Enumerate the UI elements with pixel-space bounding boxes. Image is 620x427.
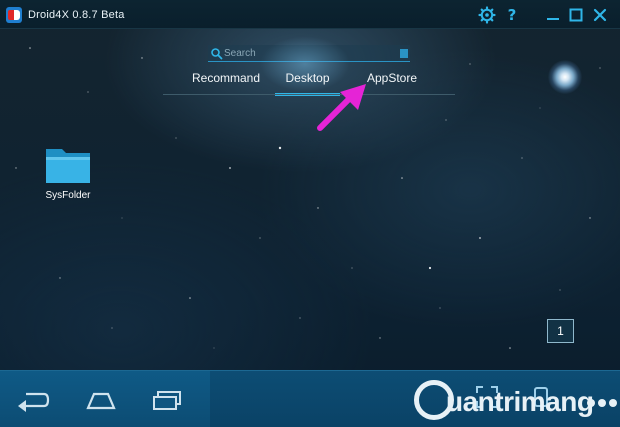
svg-text:?: ? <box>508 6 517 24</box>
help-icon[interactable]: ? <box>502 5 522 25</box>
folder-label: SysFolder <box>45 190 91 201</box>
maximize-icon[interactable] <box>566 5 586 25</box>
window-title: Droid4X 0.8.7 Beta <box>28 9 125 21</box>
app-logo <box>6 7 22 23</box>
watermark: uantrimang <box>410 378 620 426</box>
title-bar: Droid4X 0.8.7 Beta ? <box>0 0 620 29</box>
watermark-text: uantrimang <box>446 386 594 417</box>
tab-recommand[interactable]: Recommand <box>190 70 262 94</box>
back-icon[interactable] <box>16 388 50 412</box>
search-icon <box>211 48 223 60</box>
folder-icon <box>46 149 90 183</box>
close-icon[interactable] <box>590 5 610 25</box>
search-clear-button[interactable] <box>400 49 408 58</box>
galaxy-widget[interactable] <box>548 60 582 94</box>
recent-apps-icon[interactable] <box>150 388 184 412</box>
tab-label: Recommand <box>191 71 261 85</box>
more-icon[interactable] <box>586 396 618 410</box>
desktop-folder-sysfolder[interactable]: SysFolder <box>40 143 96 213</box>
home-icon[interactable] <box>84 388 118 412</box>
arrow-annotation-icon <box>317 84 366 131</box>
tabs-divider <box>163 94 455 95</box>
page-indicator[interactable]: 1 <box>547 319 574 343</box>
gear-icon[interactable] <box>477 5 497 25</box>
system-buttons <box>0 371 210 427</box>
tab-appstore[interactable]: AppStore <box>364 70 420 94</box>
tab-label: AppStore <box>366 71 418 85</box>
minimize-icon[interactable] <box>543 5 563 25</box>
